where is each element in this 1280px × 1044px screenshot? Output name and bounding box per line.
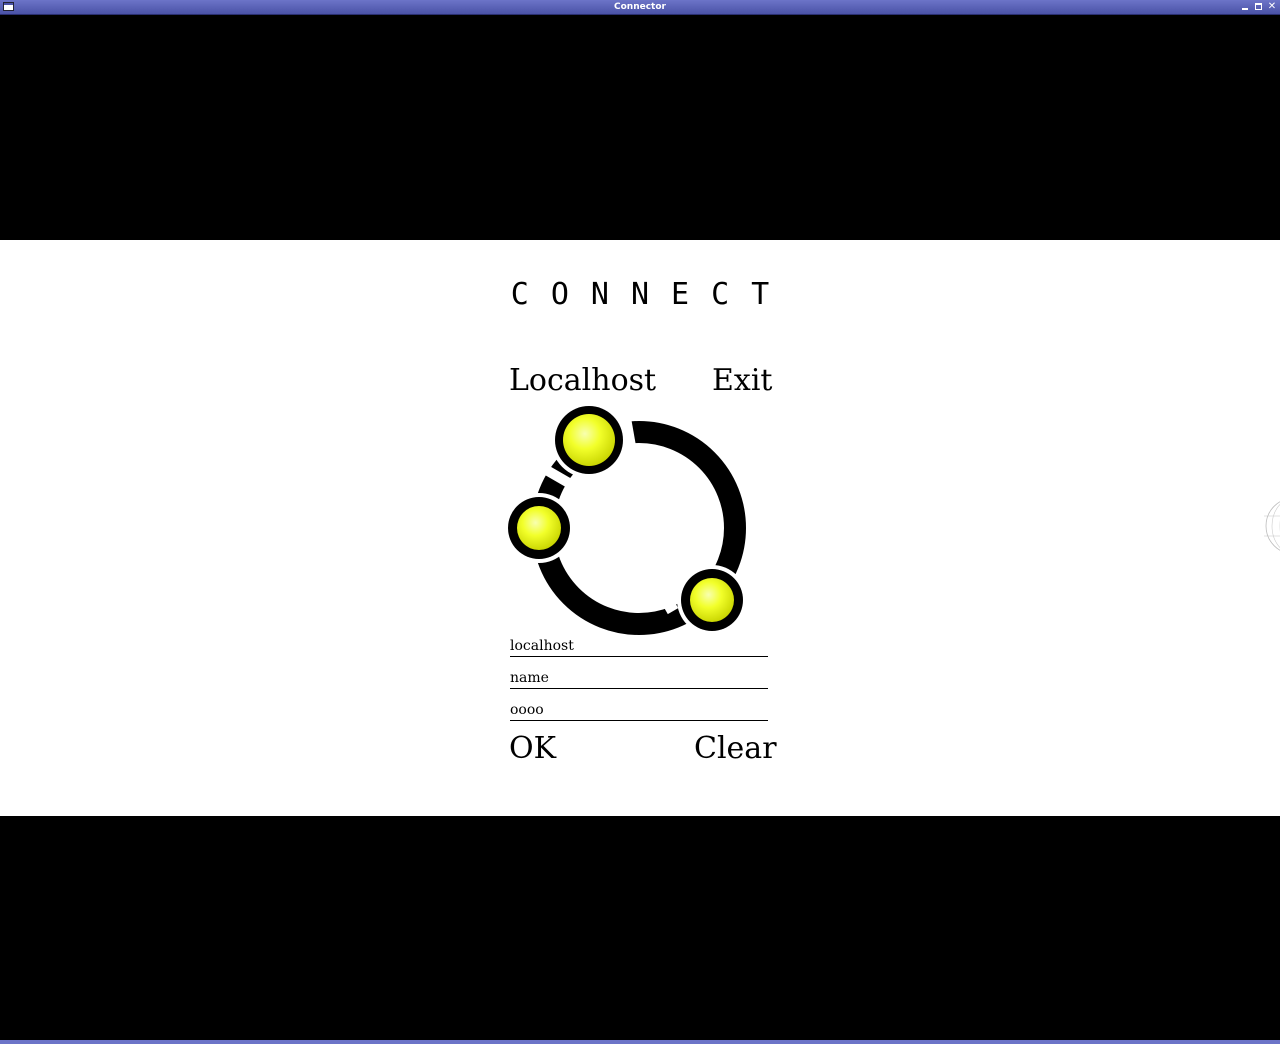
minimize-button[interactable] <box>1241 2 1251 12</box>
host-input[interactable] <box>510 636 768 656</box>
localhost-button[interactable]: Localhost <box>509 364 656 398</box>
name-field[interactable] <box>510 666 768 689</box>
exit-button[interactable]: Exit <box>712 364 772 398</box>
password-field[interactable] <box>510 698 768 721</box>
node-top <box>551 402 627 478</box>
globe-icon <box>1264 501 1280 551</box>
node-right <box>677 565 747 635</box>
connect-panel: CONNECT Localhost Exit localhost name oo… <box>0 240 1280 816</box>
minimize-icon <box>1242 8 1248 10</box>
ok-button[interactable]: OK <box>509 732 556 766</box>
close-icon: ✕ <box>1267 1 1277 12</box>
maximize-icon <box>1255 3 1262 10</box>
name-input[interactable] <box>510 668 768 688</box>
clear-button[interactable]: Clear <box>694 732 777 766</box>
page-title: CONNECT <box>510 277 792 312</box>
title-bar[interactable]: Connector ✕ <box>0 0 1280 15</box>
window-title: Connector <box>614 2 666 12</box>
network-logo-icon <box>504 402 747 635</box>
maximize-button[interactable] <box>1254 2 1264 12</box>
host-field[interactable] <box>510 634 768 657</box>
close-button[interactable]: ✕ <box>1267 2 1277 12</box>
taskbar-edge <box>0 1040 1280 1044</box>
node-left <box>504 493 574 563</box>
password-input[interactable] <box>510 700 768 720</box>
